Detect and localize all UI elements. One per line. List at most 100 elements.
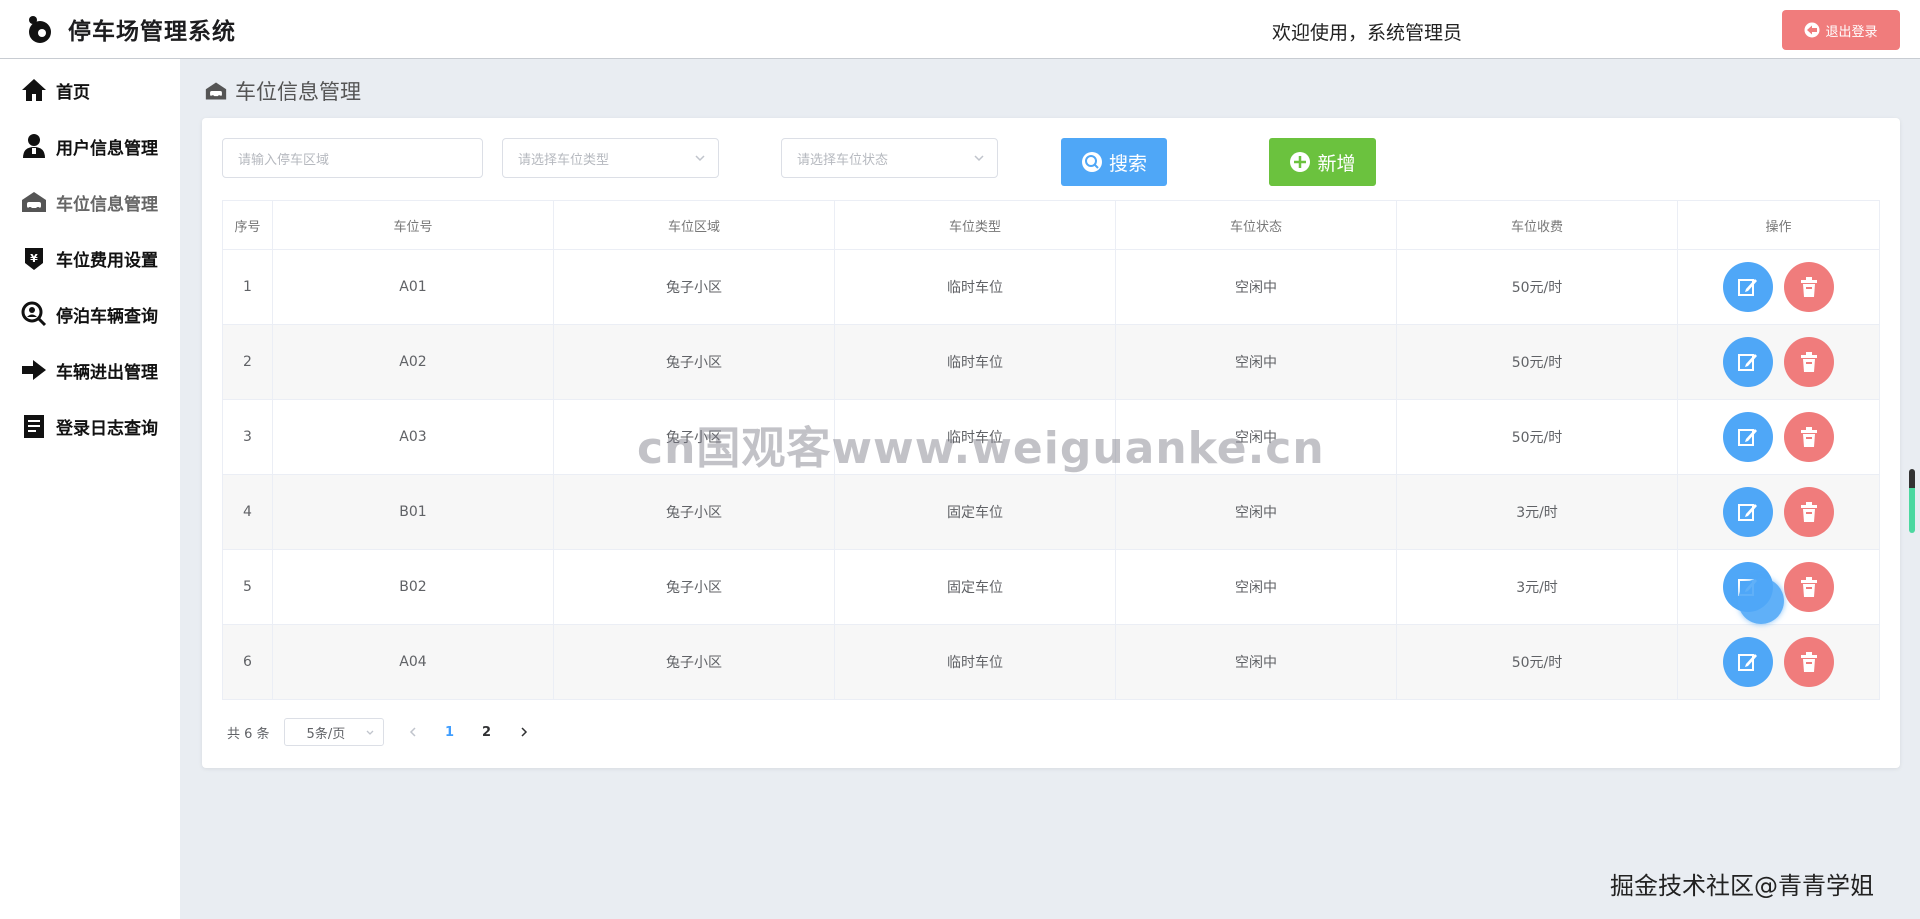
edit-button[interactable] <box>1723 337 1773 387</box>
page-size-select[interactable]: 5条/页 <box>283 718 384 746</box>
welcome-text: 欢迎使用，系统管理员 <box>1272 22 1463 44</box>
area-search-input[interactable]: 请输入停车区域 <box>222 138 483 178</box>
garage-icon <box>205 82 227 100</box>
cell-no: 6 <box>222 625 273 699</box>
edit-button[interactable] <box>1723 412 1773 462</box>
pagination: 共 6 条 5条/页 1 2 <box>227 718 538 746</box>
trash-icon <box>1801 352 1817 372</box>
space-status-select[interactable]: 请选择车位状态 <box>781 138 998 178</box>
scroll-indicator[interactable] <box>1909 469 1915 533</box>
header-cell: 车位收费 <box>1397 201 1678 249</box>
edit-icon <box>1738 654 1757 671</box>
edit-button[interactable] <box>1723 487 1773 537</box>
edit-icon <box>1738 354 1757 371</box>
page-number-2[interactable]: 2 <box>473 718 501 746</box>
delete-button[interactable] <box>1784 262 1834 312</box>
garage-icon <box>20 188 48 216</box>
page-number-1[interactable]: 1 <box>436 718 464 746</box>
cell-code: A01 <box>273 250 554 324</box>
delete-button[interactable] <box>1784 562 1834 612</box>
add-button[interactable]: 新增 <box>1269 138 1376 186</box>
cell-code: B01 <box>273 475 554 549</box>
cell-fee: 50元/时 <box>1397 625 1678 699</box>
cell-no: 1 <box>222 250 273 324</box>
sidebar-item-parking-space[interactable]: 车位信息管理 <box>20 184 158 220</box>
cell-status: 空闲中 <box>1116 475 1397 549</box>
cell-actions <box>1678 400 1880 474</box>
chevron-left-icon <box>409 727 416 737</box>
sidebar-item-vehicle-query[interactable]: 停泊车辆查询 <box>20 296 158 332</box>
space-status-placeholder: 请选择车位状态 <box>797 152 889 168</box>
sidebar: 首页 用户信息管理 车位信息管理 ¥ 车位费用设置 停泊车辆查询 车辆进出管理 <box>0 59 180 919</box>
trash-icon <box>1801 577 1817 597</box>
delete-button[interactable] <box>1784 487 1834 537</box>
cell-type: 临时车位 <box>835 325 1116 399</box>
cell-area: 兔子小区 <box>554 325 835 399</box>
cell-status: 空闲中 <box>1116 625 1397 699</box>
arrow-right-icon <box>20 356 48 384</box>
cell-type: 固定车位 <box>835 475 1116 549</box>
page-title: 车位信息管理 <box>205 76 361 106</box>
cell-no: 5 <box>222 550 273 624</box>
delete-button[interactable] <box>1784 412 1834 462</box>
table-row: 5 B02 兔子小区 固定车位 空闲中 3元/时 <box>222 550 1880 625</box>
cell-type: 临时车位 <box>835 625 1116 699</box>
cell-code: A03 <box>273 400 554 474</box>
cell-code: A02 <box>273 325 554 399</box>
edit-icon <box>1738 429 1757 446</box>
trash-icon <box>1801 427 1817 447</box>
header-cell: 序号 <box>222 201 273 249</box>
delete-button[interactable] <box>1784 337 1834 387</box>
top-header: 停车场管理系统 欢迎使用，系统管理员 退出登录 <box>0 0 1920 59</box>
footer-watermark: 掘金技术社区@青青学姐 <box>1610 872 1874 900</box>
sidebar-item-login-log[interactable]: 登录日志查询 <box>20 408 158 444</box>
search-button[interactable]: 搜索 <box>1061 138 1167 186</box>
logout-label: 退出登录 <box>1825 24 1878 40</box>
cell-fee: 3元/时 <box>1397 475 1678 549</box>
header-cell: 操作 <box>1678 201 1880 249</box>
logout-button[interactable]: 退出登录 <box>1782 10 1900 50</box>
sidebar-item-home[interactable]: 首页 <box>20 72 90 108</box>
next-page-button[interactable] <box>510 718 538 746</box>
sidebar-item-fee-settings[interactable]: ¥ 车位费用设置 <box>20 240 158 276</box>
header-cell: 车位类型 <box>835 201 1116 249</box>
cell-fee: 3元/时 <box>1397 550 1678 624</box>
table-row: 6 A04 兔子小区 临时车位 空闲中 50元/时 <box>222 625 1880 700</box>
edit-button[interactable] <box>1723 262 1773 312</box>
chevron-right-icon <box>521 727 527 737</box>
space-type-select[interactable]: 请选择车位类型 <box>502 138 719 178</box>
sidebar-item-label: 车位费用设置 <box>56 250 158 271</box>
floating-assist-ball[interactable] <box>1738 578 1784 624</box>
cell-area: 兔子小区 <box>554 625 835 699</box>
cell-type: 固定车位 <box>835 550 1116 624</box>
cell-area: 兔子小区 <box>554 550 835 624</box>
sidebar-item-vehicle-in-out[interactable]: 车辆进出管理 <box>20 352 158 388</box>
header-cell: 车位号 <box>273 201 554 249</box>
sidebar-item-users[interactable]: 用户信息管理 <box>20 128 158 164</box>
chevron-down-icon <box>974 155 984 162</box>
cell-no: 2 <box>222 325 273 399</box>
delete-button[interactable] <box>1784 637 1834 687</box>
logout-arrow-icon <box>1804 22 1820 38</box>
cell-code: B02 <box>273 550 554 624</box>
logo-icon <box>29 16 51 43</box>
cell-status: 空闲中 <box>1116 325 1397 399</box>
app-title: 停车场管理系统 <box>68 19 236 45</box>
cell-area: 兔子小区 <box>554 250 835 324</box>
area-search-placeholder: 请输入停车区域 <box>238 152 330 168</box>
cell-code: A04 <box>273 625 554 699</box>
cell-status: 空闲中 <box>1116 250 1397 324</box>
prev-page-button[interactable] <box>399 718 427 746</box>
table-row: 2 A02 兔子小区 临时车位 空闲中 50元/时 <box>222 325 1880 400</box>
page-size-value: 5条/页 <box>306 726 346 742</box>
cell-area: 兔子小区 <box>554 475 835 549</box>
table-row: 4 B01 兔子小区 固定车位 空闲中 3元/时 <box>222 475 1880 550</box>
cell-actions <box>1678 475 1880 549</box>
chevron-down-icon <box>695 155 705 162</box>
table-row: 1 A01 兔子小区 临时车位 空闲中 50元/时 <box>222 250 1880 325</box>
trash-icon <box>1801 502 1817 522</box>
cell-no: 4 <box>222 475 273 549</box>
edit-button[interactable] <box>1723 637 1773 687</box>
edit-icon <box>1738 279 1757 296</box>
fee-icon: ¥ <box>20 244 48 272</box>
